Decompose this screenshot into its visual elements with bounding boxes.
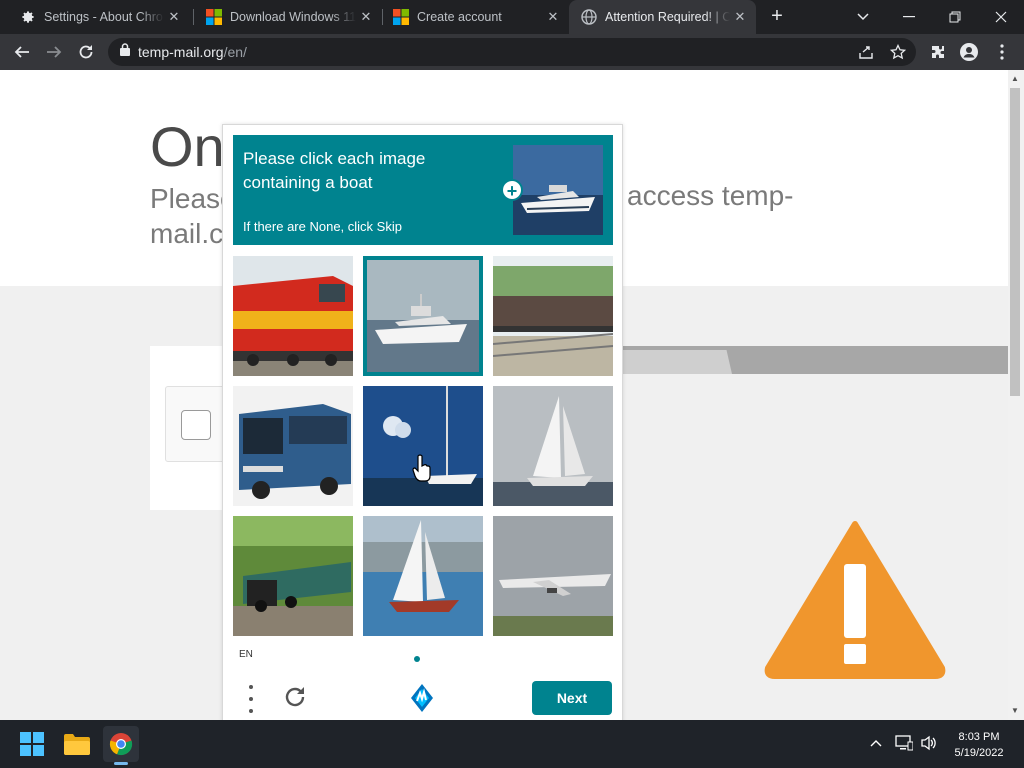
address-bar[interactable]: temp-mail.org/en/ xyxy=(108,38,916,66)
volume-icon[interactable] xyxy=(918,732,940,754)
human-checkbox[interactable] xyxy=(181,410,211,440)
captcha-image-sailboat[interactable] xyxy=(363,386,483,506)
captcha-image-train[interactable] xyxy=(233,516,353,636)
extensions-icon[interactable] xyxy=(927,41,949,63)
scrollbar-thumb[interactable] xyxy=(1010,88,1020,396)
captcha-image-bus[interactable] xyxy=(233,386,353,506)
tab-download-windows[interactable]: Download Windows 11 ✕ xyxy=(186,0,382,34)
zoom-plus-icon[interactable]: + xyxy=(501,179,523,201)
forward-icon[interactable] xyxy=(42,41,66,63)
next-button[interactable]: Next xyxy=(532,681,612,715)
back-icon[interactable] xyxy=(10,41,34,63)
captcha-image-train[interactable] xyxy=(493,256,613,376)
captcha-question: Please click each image containing a boa… xyxy=(243,149,426,192)
page-scrollbar[interactable]: ▲ ▼ xyxy=(1008,70,1024,720)
language-selector[interactable]: EN xyxy=(239,649,253,660)
hcaptcha-logo-icon[interactable] xyxy=(405,681,439,715)
share-icon[interactable] xyxy=(855,41,877,63)
captcha-menu-icon[interactable] xyxy=(247,685,255,713)
page-indicator-dot xyxy=(414,656,420,662)
captcha-image-boat-selected[interactable] xyxy=(363,256,483,376)
new-tab-button[interactable]: + xyxy=(766,5,788,27)
page-subtitle-right: access temp- xyxy=(627,180,794,211)
close-icon[interactable]: ✕ xyxy=(164,9,184,25)
clock-time: 8:03 PM xyxy=(958,731,1000,743)
chrome-taskbar-icon[interactable] xyxy=(103,726,139,762)
system-clock[interactable]: 8:03 PM 5/19/2022 xyxy=(944,729,1014,761)
browser-toolbar: temp-mail.org/en/ xyxy=(0,34,1024,70)
captcha-image-airplane[interactable] xyxy=(493,516,613,636)
tab-bar: Settings - About Chrome ✕ Download Windo… xyxy=(0,0,1024,34)
example-boat-image xyxy=(513,145,603,235)
minimize-icon[interactable] xyxy=(886,0,932,34)
gear-icon xyxy=(20,9,36,25)
progress-bar-segment xyxy=(622,350,732,374)
tab-attention-required[interactable]: Attention Required! | Cloudflare ✕ xyxy=(569,0,756,34)
reload-icon[interactable] xyxy=(74,41,98,63)
menu-icon[interactable] xyxy=(991,41,1013,63)
captcha-image-sailboat[interactable] xyxy=(493,386,613,506)
page-heading: On xyxy=(150,115,225,178)
microsoft-logo-icon xyxy=(393,9,409,25)
captcha-image-sailboat[interactable] xyxy=(363,516,483,636)
captcha-prompt: Please click each image containing a boa… xyxy=(233,135,613,245)
tab-title: Settings - About Chrome xyxy=(44,10,164,24)
file-explorer-icon[interactable] xyxy=(59,726,95,762)
microsoft-logo-icon xyxy=(206,9,222,25)
scroll-down-icon[interactable]: ▼ xyxy=(1011,706,1019,715)
tab-title: Create account xyxy=(417,10,502,24)
globe-icon xyxy=(581,9,597,25)
captcha-image-grid xyxy=(233,256,613,636)
profile-icon[interactable] xyxy=(958,41,980,63)
active-app-indicator xyxy=(114,762,128,765)
url-domain: temp-mail.org xyxy=(138,44,224,60)
hand-cursor-icon xyxy=(412,454,431,482)
close-window-icon[interactable] xyxy=(978,0,1024,34)
page-subtitle-line2: mail.c xyxy=(150,218,224,249)
tab-title: Attention Required! | Cloudflare xyxy=(605,10,730,24)
tab-title: Download Windows 11 xyxy=(230,10,356,24)
close-icon[interactable]: ✕ xyxy=(543,9,563,25)
lock-icon[interactable] xyxy=(120,43,130,61)
captcha-dialog: Please click each image containing a boa… xyxy=(222,124,623,724)
url-path: /en/ xyxy=(223,44,247,60)
warning-icon xyxy=(764,521,946,679)
refresh-icon[interactable] xyxy=(281,683,309,711)
taskbar: 8:03 PM 5/19/2022 xyxy=(0,720,1024,768)
captcha-image-train[interactable] xyxy=(233,256,353,376)
network-icon[interactable] xyxy=(893,732,915,754)
tab-settings[interactable]: Settings - About Chrome ✕ xyxy=(0,0,190,34)
chevron-up-icon[interactable] xyxy=(865,732,887,754)
tab-search-icon[interactable] xyxy=(840,0,886,34)
bookmark-star-icon[interactable] xyxy=(887,41,909,63)
tab-create-account[interactable]: Create account ✕ xyxy=(373,0,569,34)
windows-start-icon[interactable] xyxy=(14,726,50,762)
scroll-up-icon[interactable]: ▲ xyxy=(1011,74,1019,83)
close-icon[interactable]: ✕ xyxy=(730,9,750,25)
clock-date: 5/19/2022 xyxy=(954,747,1004,759)
captcha-hint: If there are None, click Skip xyxy=(243,219,402,234)
restore-icon[interactable] xyxy=(932,0,978,34)
url-text: temp-mail.org/en/ xyxy=(138,44,247,60)
